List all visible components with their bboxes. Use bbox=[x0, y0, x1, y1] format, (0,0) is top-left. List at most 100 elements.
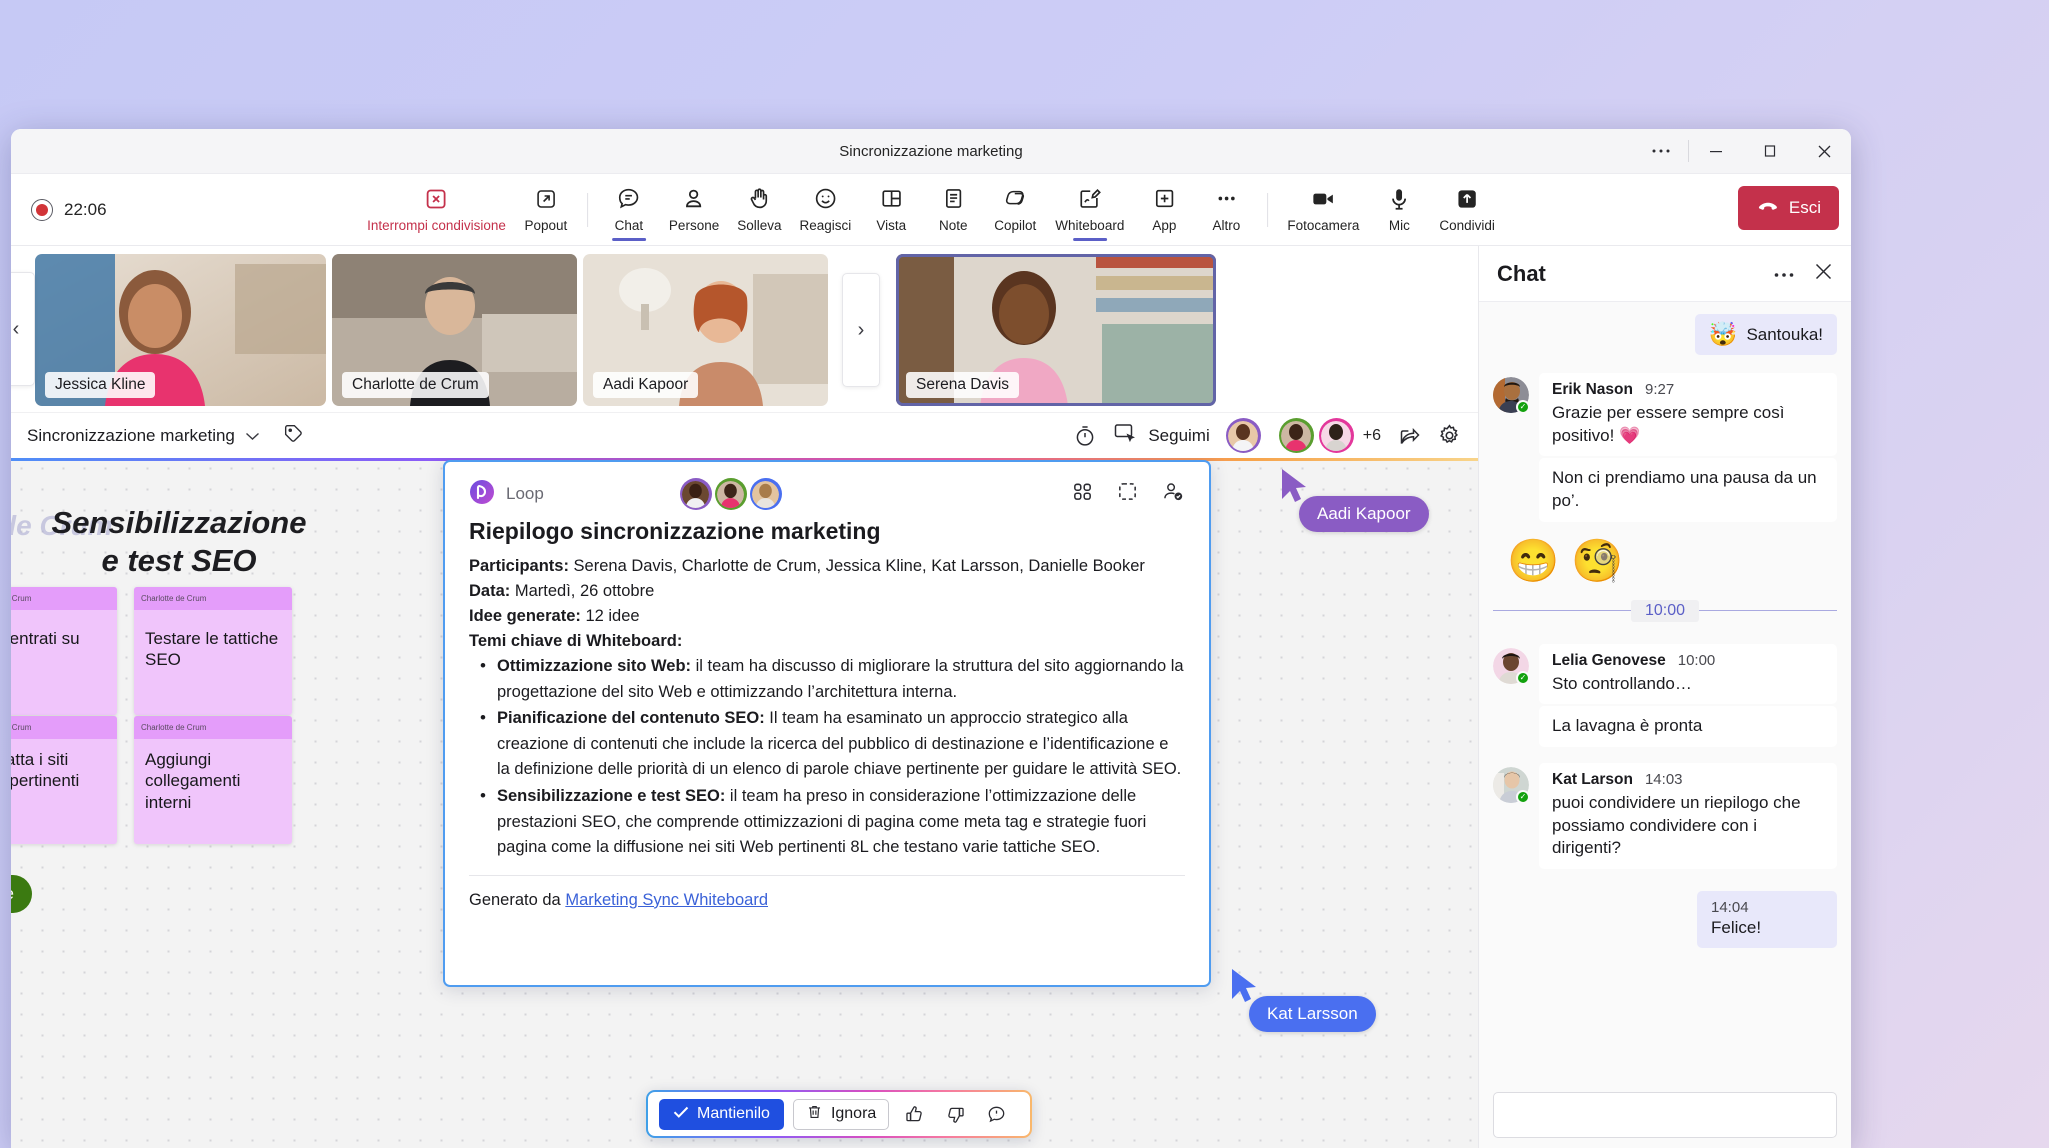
camera-label: Fotocamera bbox=[1287, 217, 1360, 233]
video-tile-aadi[interactable]: Aadi Kapoor bbox=[583, 254, 828, 406]
chat-bubble[interactable]: 🤯 Santouka! bbox=[1694, 314, 1837, 355]
whiteboard-title-group[interactable]: Sincronizzazione marketing bbox=[27, 422, 304, 449]
stop-sharing-button[interactable]: Interrompi condivisione bbox=[358, 181, 515, 239]
toolbar-divider-2 bbox=[1267, 192, 1269, 227]
whiteboard-button[interactable]: Whiteboard bbox=[1046, 181, 1133, 239]
chat-message-incoming: Erik Nason 9:27 Grazie per essere sempre… bbox=[1493, 373, 1837, 522]
filmstrip-prev-button[interactable]: ‹ bbox=[11, 272, 35, 386]
sticky-note[interactable]: Charlotte de Crum Aggiungi collegamenti … bbox=[134, 716, 292, 844]
avatar[interactable] bbox=[1278, 418, 1314, 453]
share-button[interactable]: Condividi bbox=[1430, 181, 1504, 239]
thumbs-up-icon[interactable] bbox=[898, 1099, 930, 1129]
mic-label: Mic bbox=[1388, 217, 1410, 233]
raise-hand-button[interactable]: Solleva bbox=[728, 181, 790, 239]
avatar[interactable] bbox=[714, 478, 747, 510]
avatar[interactable] bbox=[679, 478, 712, 510]
avatar[interactable] bbox=[1493, 647, 1530, 685]
loop-bullet: Ottimizzazione sito Web: il team ha disc… bbox=[475, 653, 1185, 705]
sticky-note[interactable]: Charlotte de Crum Concentrati su SEO bbox=[11, 587, 117, 715]
chat-message-list[interactable]: 🤯 Santouka! ✓ Erik Nason 9:27 Grazie per… bbox=[1479, 302, 1851, 1092]
avatar[interactable] bbox=[1318, 418, 1354, 453]
leave-call-button[interactable]: Esci bbox=[1737, 185, 1839, 230]
follow-me-button[interactable]: Seguimi bbox=[1113, 421, 1210, 450]
chat-message-self: 14:04 Felice! bbox=[1493, 891, 1837, 949]
feedback-bubble-icon[interactable] bbox=[980, 1099, 1012, 1129]
emoji-monocle-icon[interactable]: 🧐 bbox=[1571, 539, 1623, 582]
keep-button[interactable]: Mantienilo bbox=[659, 1098, 784, 1130]
whiteboard-toolbar: Sincronizzazione marketing Seguimi +6 bbox=[11, 412, 1478, 458]
chat-button[interactable]: Chat bbox=[598, 181, 660, 239]
notes-button[interactable]: Note bbox=[922, 181, 984, 239]
whiteboard-canvas[interactable]: de Crum Sensibilizzazione e test SEO Cha… bbox=[11, 458, 1478, 1148]
chat-message-incoming: Kat Larson 14:03 puoi condividere un rie… bbox=[1493, 763, 1837, 870]
overflow-participants-count[interactable]: +6 bbox=[1363, 427, 1381, 445]
video-tile-jessica[interactable]: Jessica Kline bbox=[35, 254, 326, 406]
grid-apps-icon[interactable] bbox=[1071, 480, 1094, 508]
chat-author: Kat Larson bbox=[1552, 771, 1633, 789]
avatar[interactable] bbox=[1493, 377, 1530, 414]
chat-message-text: La lavagna è pronta bbox=[1552, 716, 1703, 736]
sticky-note[interactable]: Charlotte de Crum Testare le tattiche SE… bbox=[134, 587, 292, 715]
avatar[interactable] bbox=[1493, 767, 1530, 805]
chat-bubble[interactable]: La lavagna è pronta bbox=[1539, 706, 1837, 748]
mic-button[interactable]: Mic bbox=[1368, 181, 1430, 239]
copilot-icon bbox=[1003, 185, 1028, 213]
sticky-note-author: Charlotte de Crum bbox=[11, 716, 117, 739]
chat-reaction-row: 😁 🧐 bbox=[1493, 530, 1837, 588]
camera-button[interactable]: Fotocamera bbox=[1278, 181, 1368, 239]
share-arrow-icon[interactable] bbox=[1397, 424, 1421, 448]
hangup-icon bbox=[1756, 193, 1780, 222]
chat-bubble[interactable]: Non ci prendiamo una pausa da un po’. bbox=[1539, 458, 1837, 522]
people-button[interactable]: Persone bbox=[660, 181, 728, 239]
loop-footer-prefix: Generato da bbox=[469, 890, 566, 909]
loop-collaborator-avatars bbox=[679, 478, 782, 510]
chat-bubble[interactable]: Kat Larson 14:03 puoi condividere un rie… bbox=[1539, 763, 1837, 870]
discard-button[interactable]: Ignora bbox=[792, 1098, 890, 1130]
avatar[interactable] bbox=[1225, 418, 1261, 453]
more-button[interactable]: Altro bbox=[1195, 181, 1257, 239]
presence-available-icon bbox=[1516, 400, 1530, 414]
loop-summary-card[interactable]: Loop Riepilogo sincronizzazione marketin… bbox=[443, 460, 1211, 987]
cursor-pointer-icon bbox=[1232, 969, 1256, 1002]
people-check-icon[interactable] bbox=[1161, 480, 1185, 508]
react-button[interactable]: Reagisci bbox=[791, 181, 861, 239]
divider-line bbox=[1699, 610, 1838, 612]
expand-focus-icon[interactable] bbox=[1116, 480, 1139, 508]
filmstrip-next-button[interactable]: › bbox=[842, 273, 880, 387]
chat-timestamp: 10:00 bbox=[1677, 651, 1716, 669]
copilot-button[interactable]: Copilot bbox=[984, 181, 1046, 239]
raise-hand-icon bbox=[747, 185, 772, 213]
timer-icon[interactable] bbox=[1073, 424, 1097, 448]
stop-sharing-label: Interrompi condivisione bbox=[367, 217, 506, 233]
meeting-toolbar: 22:06 Interrompi condivisione Popout Cha… bbox=[11, 174, 1851, 246]
emoji-grin-icon[interactable]: 😁 bbox=[1507, 539, 1559, 582]
thumbs-down-icon[interactable] bbox=[939, 1099, 971, 1129]
chat-message-body: Kat Larson 14:03 puoi condividere un rie… bbox=[1539, 763, 1837, 870]
view-button[interactable]: Vista bbox=[860, 181, 922, 239]
apps-button[interactable]: App bbox=[1133, 181, 1195, 239]
close-icon[interactable] bbox=[1814, 262, 1833, 286]
video-tile-serena[interactable]: Serena Davis bbox=[896, 254, 1216, 406]
trash-icon bbox=[806, 1103, 823, 1126]
chat-bubble[interactable]: Lelia Genovese 10:00 Sto controllando… bbox=[1539, 643, 1837, 705]
chat-compose-box[interactable] bbox=[1493, 1092, 1837, 1138]
gear-icon[interactable] bbox=[1437, 423, 1462, 448]
popout-button[interactable]: Popout bbox=[515, 181, 577, 239]
loop-card-title: Riepilogo sincronizzazione marketing bbox=[469, 518, 881, 544]
chevron-down-icon[interactable] bbox=[245, 426, 260, 446]
green-pill-label[interactable]: ne bbox=[11, 875, 32, 913]
leave-call-label: Esci bbox=[1788, 197, 1821, 217]
avatar[interactable] bbox=[749, 478, 782, 510]
chat-bubble[interactable]: Erik Nason 9:27 Grazie per essere sempre… bbox=[1539, 373, 1837, 457]
loop-bullet: Sensibilizzazione e test SEO: il team ha… bbox=[475, 783, 1185, 861]
loop-footer-link[interactable]: Marketing Sync Whiteboard bbox=[565, 891, 768, 909]
sticky-note[interactable]: Charlotte de Crum Contatta i siti Web pe… bbox=[11, 716, 117, 844]
loop-bullet-list: Ottimizzazione sito Web: il team ha disc… bbox=[475, 653, 1185, 861]
remote-cursor-label: Aadi Kapoor bbox=[1299, 496, 1429, 532]
people-label: Persone bbox=[668, 217, 720, 233]
whiteboard-heading-line2: e test SEO bbox=[101, 542, 257, 578]
tag-icon[interactable] bbox=[282, 422, 304, 449]
more-ellipsis-icon[interactable] bbox=[1774, 265, 1794, 283]
chat-bubble[interactable]: 14:04 Felice! bbox=[1697, 891, 1837, 949]
video-tile-charlotte[interactable]: Charlotte de Crum bbox=[332, 254, 577, 406]
